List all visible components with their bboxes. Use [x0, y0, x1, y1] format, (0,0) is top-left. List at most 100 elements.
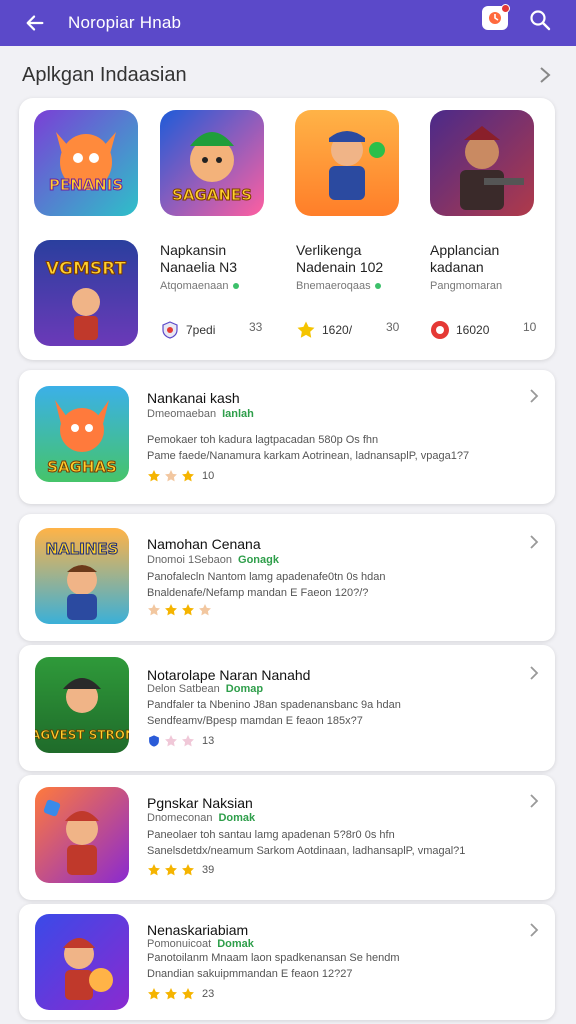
description-line: Pemokaer toh kadura lagtpacadan 580p Os … — [147, 434, 379, 446]
app-icon[interactable]: NALINES — [35, 528, 129, 624]
stat-value: 16020 — [456, 323, 490, 337]
app-icon[interactable] — [35, 787, 129, 883]
category-tag: Gonagk — [238, 554, 279, 566]
rating: 13 — [147, 734, 214, 748]
app-icon[interactable]: VGMSRT — [34, 240, 138, 346]
description-line: Panofalecln Nantom lamg apadenafe0tn 0s … — [147, 571, 386, 583]
app-icon[interactable]: PENANIS — [34, 110, 138, 216]
rating-value: 10 — [202, 470, 215, 482]
star-icon — [182, 470, 194, 482]
star-icon — [148, 864, 160, 876]
app-icon[interactable]: SAGHAS — [35, 386, 129, 482]
section-header[interactable]: Aplkgan Indaasian — [22, 60, 552, 90]
description-line: Bnaldenafe/Nefamp mandan E Faeon 120?/? — [147, 587, 369, 599]
developer-line: Dnomoi 1Sebaon Gonagk — [147, 554, 279, 566]
app-name[interactable]: Napkansin Nanaelia N3 — [160, 242, 280, 276]
list-item[interactable]: SAGHAS Nankanai kash Dmeomaeban Ianlah Pe… — [19, 370, 555, 504]
list-item[interactable]: MAGVEST STRONG Notarolape Naran Nanahd D… — [19, 645, 555, 771]
developer-text: Pomonuicoat — [147, 938, 212, 950]
rating: 23 — [147, 987, 214, 1001]
developer-text: Delon Satbean — [147, 683, 220, 695]
app-icon-label: SAGHAS — [47, 458, 117, 476]
rating-value: 39 — [202, 864, 215, 876]
shield-icon — [149, 735, 159, 747]
star-icon — [182, 604, 194, 616]
notification-badge — [501, 4, 510, 13]
rating-value: 13 — [202, 735, 215, 747]
star-icon — [182, 864, 194, 876]
app-icon[interactable] — [295, 110, 399, 216]
back-arrow-icon[interactable] — [24, 12, 46, 34]
developer-name: Atqomaenaan — [160, 280, 239, 292]
star-icon — [148, 470, 160, 482]
developer-text: Dmeomaeban — [147, 408, 217, 420]
app-name[interactable]: Namohan Cenana — [147, 536, 261, 552]
stat-secondary: 33 — [249, 320, 263, 334]
developer-name: Bnemaeroqaas — [296, 280, 381, 292]
stat-secondary: 30 — [386, 320, 400, 334]
shield-icon — [162, 321, 178, 339]
developer-line: Dnomeconan Domak — [147, 812, 255, 824]
category-tag: Domak — [217, 938, 254, 950]
chevron-right-icon[interactable] — [538, 65, 552, 85]
stat-value: 1620/ — [322, 323, 353, 337]
star-icon — [182, 735, 194, 747]
description-line: Sendfeamv/Bpesp mamdan E feaon 185x?7 — [147, 715, 363, 727]
description-line: Panotoilanm Mnaam laon spadkenansan Se h… — [147, 952, 400, 964]
app-name-text: Napkansin Nanaelia N3 — [160, 242, 238, 275]
list-item[interactable]: Pgnskar Naksian Dnomeconan Domak Paneolae… — [19, 775, 555, 900]
star-icon — [165, 470, 177, 482]
rating — [147, 603, 219, 617]
notification-button[interactable] — [482, 4, 510, 30]
app-name[interactable]: Nankanai kash — [147, 390, 240, 406]
app-icon-label: NALINES — [46, 540, 119, 558]
rating: 10 — [147, 469, 214, 483]
app-name[interactable]: Pgnskar Naksian — [147, 795, 253, 811]
app-name[interactable]: Notarolape Naran Nanahd — [147, 667, 310, 683]
category-tag: Domap — [225, 683, 264, 695]
star-icon — [165, 988, 177, 1000]
app-icon[interactable] — [35, 914, 129, 1010]
app-icon-label: PENANIS — [49, 176, 123, 194]
star-icon — [199, 604, 211, 616]
app-name-text: Verlikenga Nadenain 102 — [296, 242, 384, 275]
developer-name: Pangmomaran — [430, 280, 502, 292]
verified-icon — [232, 283, 239, 290]
app-stat: 16020 — [430, 320, 489, 340]
app-bar-title: Noropiar Hnab — [68, 13, 182, 32]
app-icon[interactable] — [430, 110, 534, 216]
app-name-text: Applancian kadanan — [430, 242, 500, 275]
chevron-right-icon[interactable] — [529, 793, 539, 809]
chevron-right-icon[interactable] — [529, 388, 539, 404]
star-icon — [165, 604, 177, 616]
app-name[interactable]: Verlikenga Nadenain 102 — [296, 242, 416, 276]
developer-text: Pangmomaran — [430, 280, 503, 292]
list-item[interactable]: NALINES Namohan Cenana Dnomoi 1Sebaon Gon… — [19, 514, 555, 641]
app-icon[interactable]: SAGANES — [160, 110, 264, 216]
app-icon-label: SAGANES — [172, 186, 252, 204]
app-icon-label: MAGVEST STRONG — [35, 728, 129, 742]
app-icon[interactable]: MAGVEST STRONG — [35, 657, 129, 753]
verified-icon — [374, 283, 381, 290]
developer-text: Dnomeconan — [147, 812, 213, 824]
category-tag: Ianlah — [222, 408, 254, 420]
chevron-right-icon[interactable] — [529, 534, 539, 550]
chevron-right-icon[interactable] — [529, 665, 539, 681]
app-description: Paneolaer toh santau lamg apadenan 5?8r0… — [147, 827, 507, 859]
star-icon — [148, 604, 160, 616]
description-line: Dnandian sakuipmmandan E feaon 12?27 — [147, 968, 353, 980]
rating-value: 23 — [202, 988, 215, 1000]
list-item[interactable]: Nenaskariabiam Pomonuicoat Domak Panotoil… — [19, 904, 555, 1020]
app-description: Pemokaer toh kadura lagtpacadan 580p Os … — [147, 432, 507, 464]
developer-text: Bnemaeroqaas — [296, 280, 371, 292]
description-line: Paneolaer toh santau lamg apadenan 5?8r0… — [147, 829, 395, 841]
app-stat: 7pedi — [160, 320, 215, 340]
star-icon — [148, 988, 160, 1000]
app-name[interactable]: Nenaskariabiam — [147, 922, 248, 938]
search-icon[interactable] — [528, 8, 552, 32]
developer-line: Dmeomaeban Ianlah — [147, 408, 254, 420]
app-name[interactable]: Applancian kadanan — [430, 242, 550, 276]
star-icon — [165, 735, 177, 747]
app-stat: 1620/ — [296, 320, 352, 340]
chevron-right-icon[interactable] — [529, 922, 539, 938]
